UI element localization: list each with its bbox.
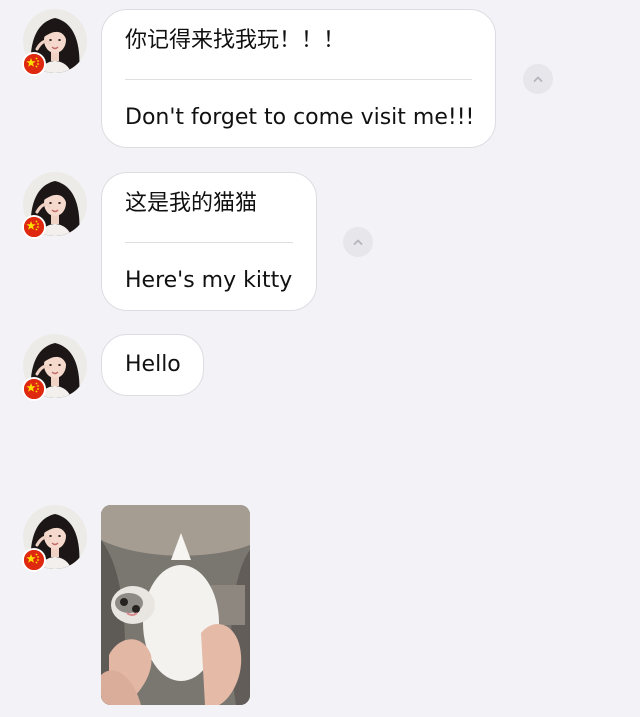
kitten-photo[interactable] [101,505,250,705]
china-flag-icon [22,377,46,401]
message-original-text: 这是我的猫猫 [125,191,258,216]
message-bubble[interactable]: Hello [101,334,204,396]
message-original-text: 你记得来找我玩！！！ [125,28,346,53]
contact-avatar[interactable] [22,9,87,76]
translation-divider [125,79,472,80]
contact-avatar[interactable] [22,334,87,401]
china-flag-icon [22,215,46,239]
message-bubble-translated[interactable]: 你记得来找我玩！！！ Don't forget to come visit me… [101,9,496,148]
message-translation-text: Here's my kitty [125,268,293,293]
message-text: Hello [125,352,181,377]
contact-avatar[interactable] [22,505,87,572]
china-flag-icon [22,52,46,76]
translation-divider [125,242,293,243]
message-bubble-translated[interactable]: 这是我的猫猫 Here's my kitty [101,172,317,311]
message-translation-text: Don't forget to come visit me!!! [125,105,475,130]
kitten-photo-image [101,505,250,705]
collapse-translation-button[interactable] [523,64,553,94]
chevron-up-icon [351,235,365,249]
china-flag-icon [22,548,46,572]
collapse-translation-button[interactable] [343,227,373,257]
contact-avatar[interactable] [22,172,87,239]
chevron-up-icon [531,72,545,86]
